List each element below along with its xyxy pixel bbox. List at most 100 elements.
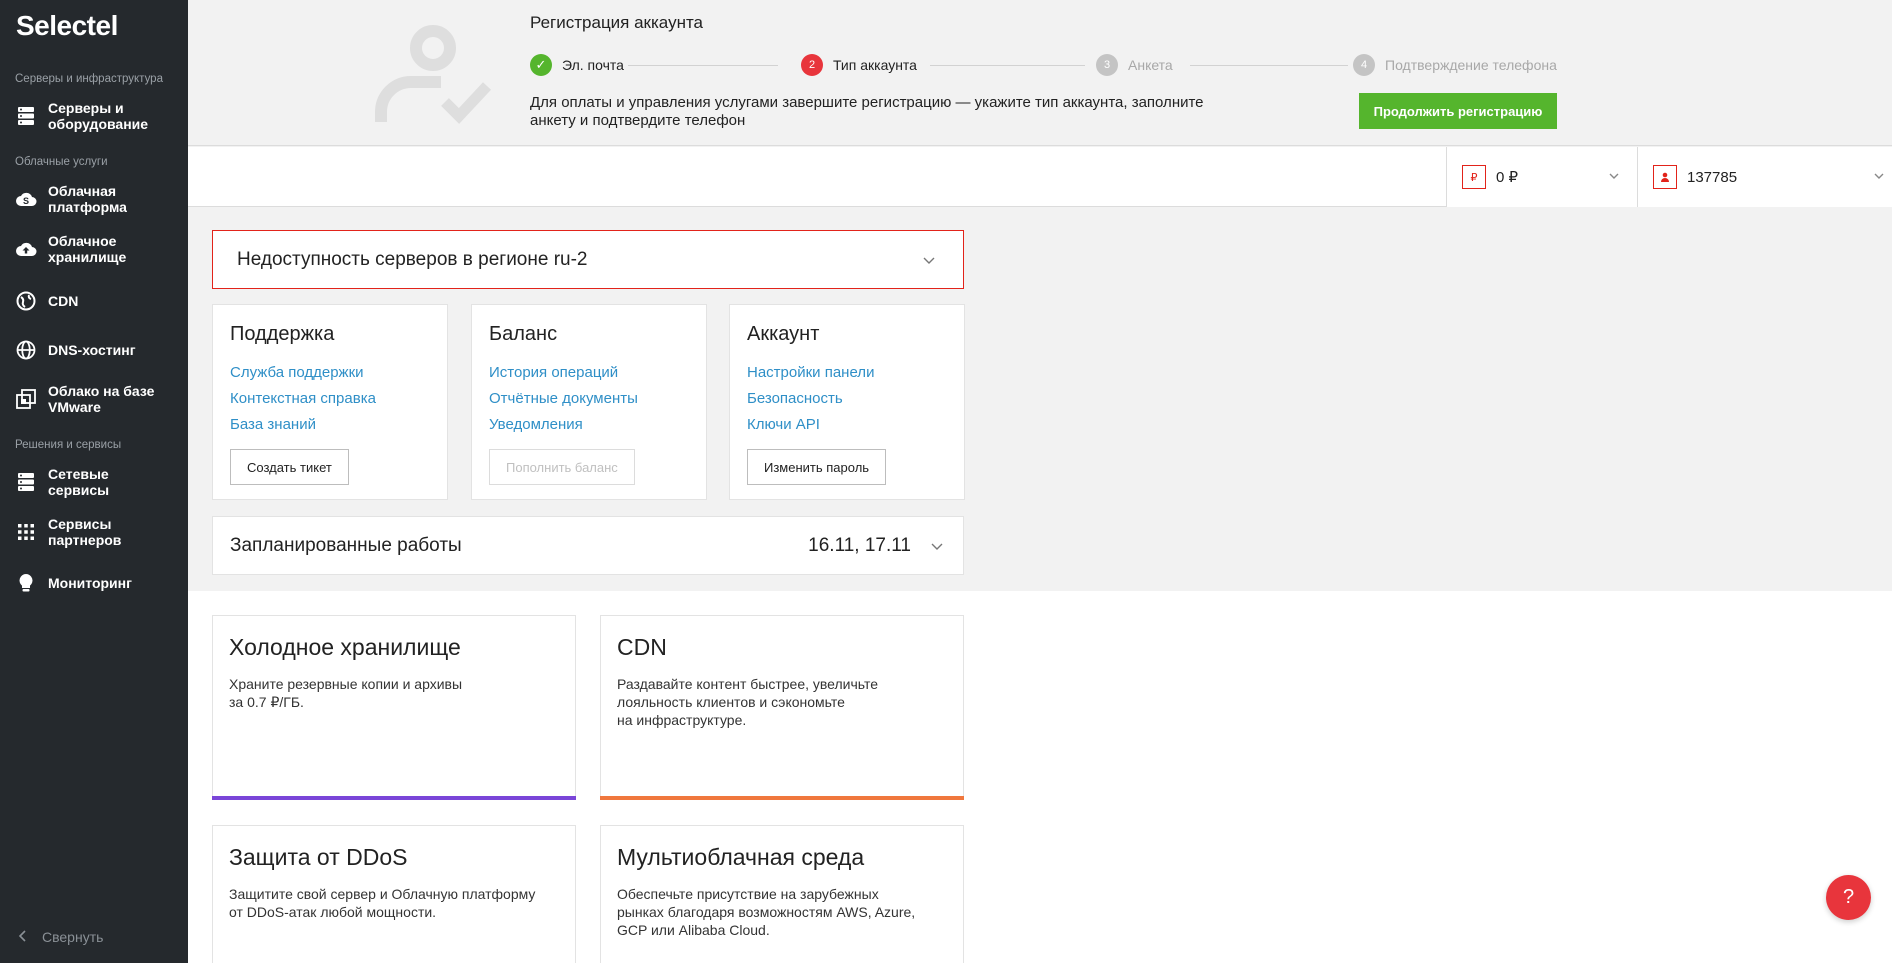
- sidebar: Selectel Серверы и инфраструктура Сервер…: [0, 0, 188, 963]
- sidebar-item-vmware[interactable]: Облако на базе VMware: [0, 383, 188, 415]
- knowledge-base-link[interactable]: База знаний: [230, 412, 430, 438]
- step-label: Эл. почта: [562, 57, 624, 73]
- chevron-down-icon: [1874, 173, 1884, 179]
- chevron-down-icon: [923, 257, 935, 264]
- step-questionnaire: 3 Анкета: [1096, 54, 1173, 76]
- grid-icon: [15, 521, 37, 543]
- promo-title: Мультиоблачная среда: [617, 844, 865, 870]
- sidebar-item-label: Сетевые сервисы: [48, 466, 110, 498]
- planned-works-dates: 16.11, 17.11: [808, 534, 911, 556]
- account-id: 137785: [1687, 168, 1738, 186]
- ruble-icon: ₽: [1462, 165, 1486, 189]
- registration-description: Для оплаты и управления услугами заверши…: [530, 94, 1204, 129]
- step-label: Подтверждение телефона: [1385, 57, 1557, 73]
- sidebar-item-partners[interactable]: Сервисы партнеров: [0, 516, 188, 548]
- account-card: Аккаунт Настройки панели Безопасность Кл…: [729, 304, 965, 500]
- create-ticket-button[interactable]: Создать тикет: [230, 449, 349, 485]
- sidebar-item-label: Сервисы партнеров: [48, 516, 122, 548]
- panel-settings-link[interactable]: Настройки панели: [747, 360, 947, 386]
- sidebar-item-label: Облачная платформа: [48, 183, 127, 215]
- bulb-icon: [15, 572, 37, 594]
- promo-text: Храните резервные копии и архивы за 0.7 …: [229, 676, 463, 710]
- svg-text:S: S: [23, 196, 29, 206]
- notifications-link[interactable]: Уведомления: [489, 412, 689, 438]
- chevron-down-icon: [931, 543, 943, 550]
- section-title-servers: Серверы и инфраструктура: [15, 73, 163, 85]
- collapse-sidebar-button[interactable]: Свернуть: [18, 929, 103, 945]
- vmware-icon: [15, 388, 37, 410]
- promo-ddos[interactable]: Защита от DDoS Защитите свой сервер и Об…: [212, 825, 576, 963]
- security-link[interactable]: Безопасность: [747, 386, 947, 412]
- top-up-balance-button: Пополнить баланс: [489, 449, 635, 485]
- sidebar-item-network[interactable]: Сетевые сервисы: [0, 466, 188, 498]
- context-help-link[interactable]: Контекстная справка: [230, 386, 430, 412]
- sidebar-item-cdn[interactable]: CDN: [0, 290, 188, 312]
- promo-accent-bar: [600, 796, 964, 800]
- step-number: 4: [1353, 54, 1375, 76]
- card-title: Аккаунт: [747, 323, 820, 345]
- continue-registration-button[interactable]: Продолжить регистрацию: [1359, 93, 1557, 129]
- sidebar-item-servers[interactable]: Серверы и оборудование: [0, 100, 188, 132]
- section-title-solutions: Решения и сервисы: [15, 439, 122, 451]
- promo-accent-bar: [212, 796, 576, 800]
- promo-text: Защитите свой сервер и Облачную платформ…: [229, 886, 536, 920]
- step-connector: [1190, 65, 1348, 66]
- api-keys-link[interactable]: Ключи API: [747, 412, 947, 438]
- check-icon: ✓: [530, 54, 552, 76]
- sidebar-item-dns[interactable]: DNS-хостинг: [0, 339, 188, 361]
- sidebar-item-label: Серверы и оборудование: [48, 100, 149, 132]
- promo-title: CDN: [617, 634, 667, 660]
- operations-history-link[interactable]: История операций: [489, 360, 689, 386]
- step-number: 3: [1096, 54, 1118, 76]
- balance-value: 0 ₽: [1496, 169, 1519, 186]
- sidebar-item-label: DNS-хостинг: [48, 342, 136, 358]
- globe-icon: [15, 290, 37, 312]
- selectel-logo[interactable]: Selectel: [16, 10, 118, 42]
- balance-dropdown[interactable]: ₽ 0 ₽: [1446, 147, 1637, 207]
- card-title: Баланс: [489, 323, 558, 345]
- promo-title: Холодное хранилище: [229, 634, 461, 660]
- balance-card: Баланс История операций Отчётные докумен…: [471, 304, 707, 500]
- help-button[interactable]: ?: [1826, 875, 1871, 920]
- reporting-documents-link[interactable]: Отчётные документы: [489, 386, 689, 412]
- planned-works-title: Запланированные работы: [230, 534, 462, 556]
- promo-cdn[interactable]: CDN Раздавайте контент быстрее, увеличьт…: [600, 615, 964, 800]
- promo-cold-storage[interactable]: Холодное хранилище Храните резервные коп…: [212, 615, 576, 800]
- sidebar-item-label: Мониторинг: [48, 575, 132, 591]
- collapse-label: Свернуть: [42, 929, 104, 945]
- server-icon: [15, 105, 37, 127]
- sidebar-item-cloud-platform[interactable]: S Облачная платформа: [0, 183, 188, 215]
- sidebar-item-label: Облачное хранилище: [48, 233, 127, 265]
- support-service-link[interactable]: Служба поддержки: [230, 360, 430, 386]
- dns-globe-icon: [15, 339, 37, 361]
- change-password-button[interactable]: Изменить пароль: [747, 449, 887, 485]
- region-outage-alert[interactable]: Недоступность серверов в регионе ru-2: [212, 230, 964, 289]
- promo-multicloud[interactable]: Мультиоблачная среда Обеспечьте присутст…: [600, 825, 964, 963]
- account-dropdown[interactable]: 137785: [1637, 147, 1892, 207]
- sidebar-item-monitoring[interactable]: Мониторинг: [0, 572, 188, 594]
- step-number: 2: [801, 54, 823, 76]
- promo-text: Обеспечьте присутствие на зарубежных рын…: [617, 886, 916, 938]
- planned-works[interactable]: Запланированные работы 16.11, 17.11: [212, 516, 964, 575]
- user-check-icon: [375, 25, 492, 124]
- step-account-type[interactable]: 2 Тип аккаунта: [801, 54, 917, 76]
- promo-text: Раздавайте контент быстрее, увеличьте ло…: [617, 676, 879, 728]
- cloud-platform-icon: S: [15, 188, 37, 210]
- step-label: Тип аккаунта: [833, 57, 917, 73]
- support-card: Поддержка Служба поддержки Контекстная с…: [212, 304, 448, 500]
- section-title-cloud: Облачные услуги: [15, 156, 108, 168]
- step-connector: [628, 65, 778, 66]
- step-label: Анкета: [1128, 57, 1173, 73]
- registration-title: Регистрация аккаунта: [530, 13, 704, 32]
- step-phone: 4 Подтверждение телефона: [1353, 54, 1557, 76]
- network-icon: [15, 471, 37, 493]
- chevron-down-icon: [1609, 173, 1619, 179]
- sidebar-item-cloud-storage[interactable]: Облачное хранилище: [0, 233, 188, 265]
- alert-text: Недоступность серверов в регионе ru-2: [237, 248, 588, 270]
- card-title: Поддержка: [230, 323, 335, 345]
- chevron-left-icon: [18, 929, 26, 945]
- step-connector: [930, 65, 1085, 66]
- cloud-upload-icon: [15, 238, 37, 260]
- promo-title: Защита от DDoS: [229, 844, 408, 870]
- sidebar-item-label: CDN: [48, 293, 79, 309]
